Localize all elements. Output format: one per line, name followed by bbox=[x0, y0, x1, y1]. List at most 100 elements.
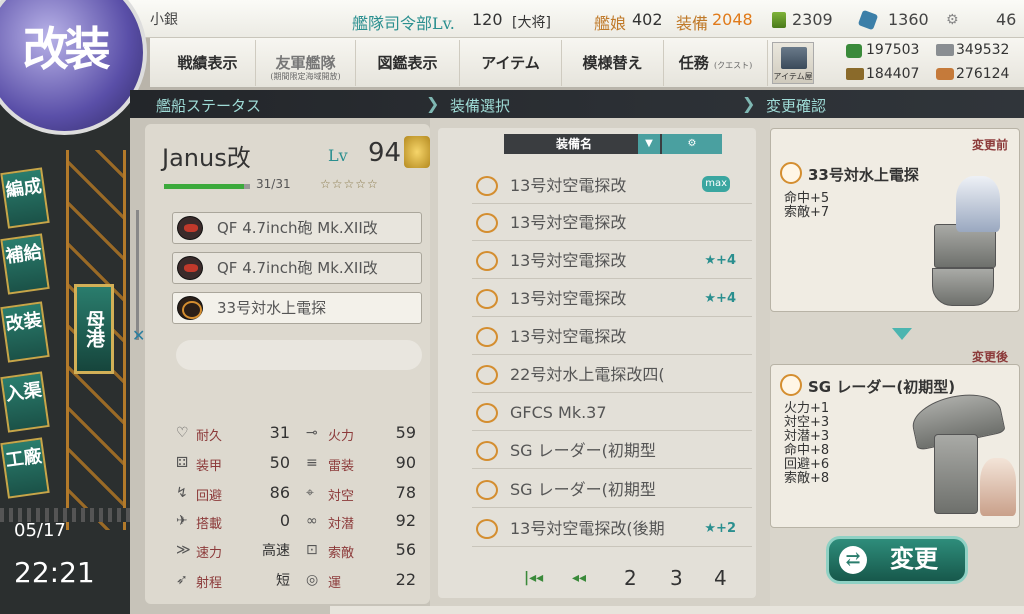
equip-row-name: 22号対水上電探改四( bbox=[510, 365, 665, 384]
nav-record-button[interactable]: 戦績表示 bbox=[160, 40, 256, 86]
stat-label: 回避 bbox=[196, 489, 223, 504]
equip-row[interactable]: 22号対水上電探改四( bbox=[472, 357, 752, 393]
item-shop-button[interactable]: アイテム屋 bbox=[772, 42, 814, 84]
equip-row[interactable]: 13号対空電探改 max bbox=[472, 168, 752, 204]
equip-slot-label: QF 4.7inch砲 Mk.XII改 bbox=[217, 219, 378, 237]
shop-label: アイテム屋 bbox=[773, 72, 813, 81]
nav-furniture-button[interactable]: 模様替え bbox=[562, 40, 664, 86]
close-x-icon[interactable]: ✕ bbox=[132, 326, 145, 345]
sort-type-button[interactable]: ⚙ bbox=[662, 134, 722, 154]
gun-icon bbox=[177, 216, 203, 240]
radar-icon bbox=[476, 480, 498, 500]
screw-count: 46 bbox=[996, 10, 1017, 29]
bucket-count: 2309 bbox=[792, 10, 833, 29]
stat-line: 命中+8 bbox=[784, 443, 830, 458]
equip-row-name: 13号対空電探改 bbox=[510, 176, 627, 195]
ship-level-label: Lv bbox=[328, 146, 348, 165]
page-2-button[interactable]: 2 bbox=[624, 566, 637, 590]
clock-time: 22:21 bbox=[14, 556, 95, 589]
sidebar-arsenal-button[interactable]: 工廠 bbox=[0, 437, 50, 499]
equip-row-name: SG レーダー(初期型 bbox=[510, 480, 656, 499]
sidebar-remodel-button[interactable]: 改装 bbox=[0, 301, 50, 363]
equip-row[interactable]: 13号対空電探改 bbox=[472, 319, 752, 355]
sidebar-fleet-button[interactable]: 編成 bbox=[0, 167, 50, 229]
equip-row[interactable]: SG レーダー(初期型 bbox=[472, 472, 752, 508]
stat-line: 索敵+7 bbox=[784, 205, 830, 220]
port-button[interactable]: 母港 bbox=[74, 284, 114, 374]
before-label: 変更前 bbox=[972, 138, 1009, 152]
equip-row[interactable]: 13号対空電探改(後期 ★+2 bbox=[472, 511, 752, 547]
equip-row[interactable]: 13号対空電探改 ★+4 bbox=[472, 243, 752, 279]
equip-slot-3-selected[interactable]: 33号対水上電探 bbox=[172, 292, 422, 324]
stat-value: 0 bbox=[279, 511, 290, 530]
radar-icon bbox=[780, 162, 802, 184]
first-page-icon[interactable]: |◂◂ bbox=[524, 570, 543, 586]
heart-icon: ♡ bbox=[176, 425, 189, 441]
equip-slot-empty[interactable] bbox=[176, 340, 422, 370]
nav-library-button[interactable]: 図鑑表示 bbox=[356, 40, 460, 86]
stat-line: 火力+1 bbox=[784, 401, 830, 416]
sidebar-supply-button[interactable]: 補給 bbox=[0, 233, 50, 295]
stat-label: 耐久 bbox=[196, 429, 223, 444]
swap-icon: ⇄ bbox=[839, 546, 867, 574]
equip-slot-1[interactable]: QF 4.7inch砲 Mk.XII改 bbox=[172, 212, 422, 244]
nav-quest-button[interactable]: 任務 (クエスト) bbox=[664, 40, 768, 86]
stat-label: 搭載 bbox=[196, 517, 223, 532]
radar-icon bbox=[476, 327, 498, 347]
slot-scrollbar[interactable] bbox=[136, 210, 139, 340]
equip-slot-label: QF 4.7inch砲 Mk.XII改 bbox=[217, 259, 378, 277]
equip-row-name: SG レーダー(初期型 bbox=[510, 441, 656, 460]
stat-label: 雷装 bbox=[328, 459, 355, 474]
sort-dropdown-icon[interactable]: ▼ bbox=[638, 134, 660, 154]
clock-date: 05/17 bbox=[14, 520, 66, 541]
fairy-art bbox=[956, 176, 1000, 232]
radar-icon bbox=[476, 176, 498, 196]
rarity-stars: ☆☆☆☆☆ bbox=[320, 177, 379, 191]
radar-icon bbox=[476, 251, 498, 271]
nav-items-button[interactable]: アイテム bbox=[460, 40, 562, 86]
stat-value: 50 bbox=[269, 453, 290, 472]
equip-slot-label: 33号対水上電探 bbox=[217, 299, 327, 317]
hp-value: 31/31 bbox=[256, 177, 291, 191]
ammo-count: 184407 bbox=[866, 66, 920, 82]
admiral-name: 小銀 bbox=[150, 12, 178, 28]
equip-row[interactable]: 13号対空電探改 ★+4 bbox=[472, 281, 752, 317]
nav-friend-fleet-button[interactable]: 友軍艦隊 (期間限定海域開放) bbox=[256, 40, 356, 86]
hp-bar-empty bbox=[244, 184, 250, 189]
dev-material-count: 1360 bbox=[888, 10, 929, 29]
stat-label: 装甲 bbox=[196, 459, 223, 474]
ships-label: 艦娘 bbox=[594, 14, 627, 33]
page-3-button[interactable]: 3 bbox=[670, 566, 683, 590]
equip-row[interactable]: SG レーダー(初期型 bbox=[472, 433, 752, 469]
armor-icon: ⚃ bbox=[176, 455, 189, 471]
ship-name: Janus改 bbox=[162, 144, 251, 172]
equip-row-name: GFCS Mk.37 bbox=[510, 403, 607, 422]
ships-count: 402 bbox=[632, 10, 663, 29]
bucket-icon bbox=[772, 12, 786, 28]
fairy-art bbox=[980, 458, 1016, 516]
before-stats: 命中+5 索敵+7 bbox=[784, 192, 829, 220]
range-icon: ➶ bbox=[176, 572, 188, 588]
radar-icon bbox=[476, 289, 498, 309]
equip-row[interactable]: GFCS Mk.37 bbox=[472, 395, 752, 431]
stat-value: 59 bbox=[395, 423, 416, 442]
stat-line: 対空+3 bbox=[784, 415, 830, 430]
stat-line: 命中+5 bbox=[784, 191, 830, 206]
aa-icon: ⌖ bbox=[306, 485, 314, 501]
sidebar-dock-button[interactable]: 入渠 bbox=[0, 371, 50, 433]
ship-level: 94 bbox=[368, 138, 402, 168]
stat-value: 56 bbox=[395, 540, 416, 559]
equip-slot-2[interactable]: QF 4.7inch砲 Mk.XII改 bbox=[172, 252, 422, 284]
stat-value: 31 bbox=[269, 423, 290, 442]
stat-label: 対潜 bbox=[328, 517, 355, 532]
after-equip-name: SG レーダー(初期型) bbox=[808, 378, 956, 396]
improvement-level: ★+4 bbox=[704, 253, 736, 268]
change-button[interactable]: ⇄ 変更 bbox=[826, 536, 968, 584]
stat-value: 高速 bbox=[262, 543, 290, 559]
asw-icon: ∞ bbox=[306, 513, 318, 529]
equip-row[interactable]: 13号対空電探改 bbox=[472, 205, 752, 241]
after-stats: 火力+1 対空+3 対潜+3 命中+8 回避+6 索敵+8 bbox=[784, 402, 829, 486]
section-header-bar bbox=[130, 90, 1024, 118]
prev-page-icon[interactable]: ◂◂ bbox=[572, 570, 586, 586]
page-4-button[interactable]: 4 bbox=[714, 566, 727, 590]
